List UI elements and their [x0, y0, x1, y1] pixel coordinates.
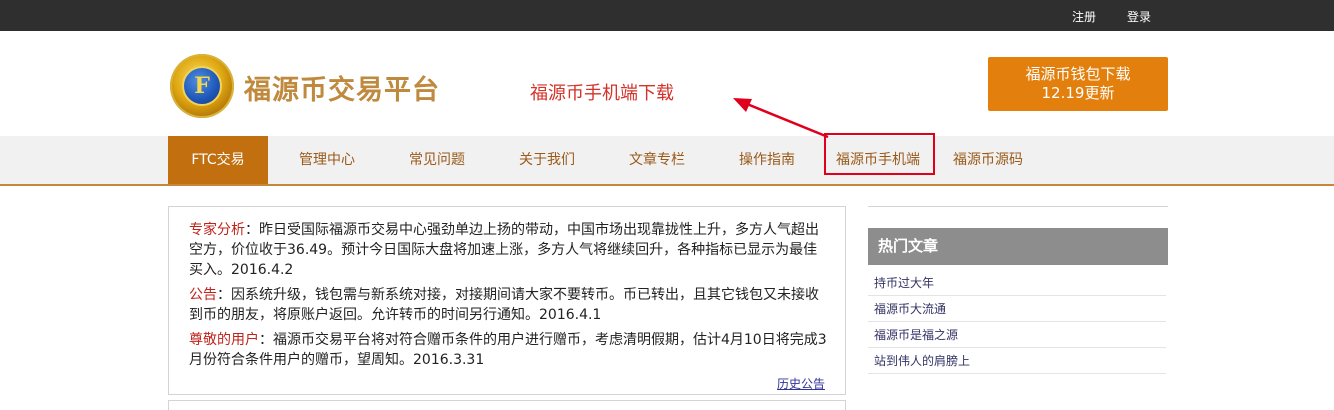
nav-about[interactable]: 关于我们 — [497, 136, 597, 184]
main-nav: FTC交易 管理中心 常见问题 关于我们 文章专栏 操作指南 福源币手机端 福源… — [0, 136, 1334, 186]
nav-management[interactable]: 管理中心 — [277, 136, 377, 184]
hot-articles-title: 热门文章 — [868, 228, 1168, 265]
logo-coin-icon[interactable]: F — [170, 54, 234, 118]
wallet-download-button[interactable]: 福源币钱包下载 12.19更新 — [988, 57, 1168, 111]
notice-item: 专家分析：昨日受国际福源币交易中心强劲单边上扬的带动，中国市场出现靠拢性上升，多… — [189, 220, 829, 280]
notice-text: ：福源币交易平台将对符合赠币条件的用户进行赠币，考虑清明假期，估计4月10日将完… — [189, 332, 827, 368]
hot-articles-panel: 热门文章 持币过大年 福源币大流通 福源币是福之源 站到伟人的肩膀上 — [868, 206, 1168, 394]
nav-articles[interactable]: 文章专栏 — [607, 136, 707, 184]
annotation-highlight-box — [824, 133, 935, 175]
notice-tag: 尊敬的用户 — [189, 332, 259, 348]
notice-tag: 专家分析 — [189, 222, 245, 238]
hot-article-link[interactable]: 持币过大年 — [868, 270, 1166, 296]
hot-article-link[interactable]: 福源币是福之源 — [868, 322, 1166, 348]
notice-item: 公告：因系统升级，钱包需与新系统对接，对接期间请大家不要转币。币已转出，且其它钱… — [189, 285, 829, 325]
nav-guide[interactable]: 操作指南 — [717, 136, 817, 184]
notice-text: ：因系统升级，钱包需与新系统对接，对接期间请大家不要转币。币已转出，且其它钱包又… — [189, 287, 819, 323]
notice-panel: 专家分析：昨日受国际福源币交易中心强劲单边上扬的带动，中国市场出现靠拢性上升，多… — [168, 206, 846, 395]
wallet-download-label: 福源币钱包下载 — [1025, 65, 1131, 83]
notice-text: ：昨日受国际福源币交易中心强劲单边上扬的带动，中国市场出现靠拢性上升，多方人气超… — [189, 222, 819, 278]
site-name[interactable]: 福源币交易平台 — [244, 68, 440, 107]
register-link[interactable]: 注册 — [1072, 8, 1096, 25]
notice-tag: 公告 — [189, 287, 217, 303]
logo-letter: F — [194, 73, 210, 99]
mobile-download-link[interactable]: 福源币手机端下载 — [530, 79, 674, 105]
wallet-update-label: 12.19更新 — [1041, 84, 1115, 102]
nav-ftc-trade[interactable]: FTC交易 — [168, 136, 268, 184]
notice-item: 尊敬的用户：福源币交易平台将对符合赠币条件的用户进行赠币，考虑清明假期，估计4月… — [189, 330, 829, 370]
nav-faq[interactable]: 常见问题 — [387, 136, 487, 184]
nav-source-code[interactable]: 福源币源码 — [938, 136, 1038, 184]
login-link[interactable]: 登录 — [1127, 8, 1151, 25]
hot-article-link[interactable]: 站到伟人的肩膀上 — [868, 348, 1166, 374]
next-panel-edge — [168, 400, 846, 410]
hot-article-link[interactable]: 福源币大流通 — [868, 296, 1166, 322]
history-notices-link[interactable]: 历史公告 — [777, 375, 825, 392]
top-bar: 注册 登录 — [0, 0, 1334, 31]
